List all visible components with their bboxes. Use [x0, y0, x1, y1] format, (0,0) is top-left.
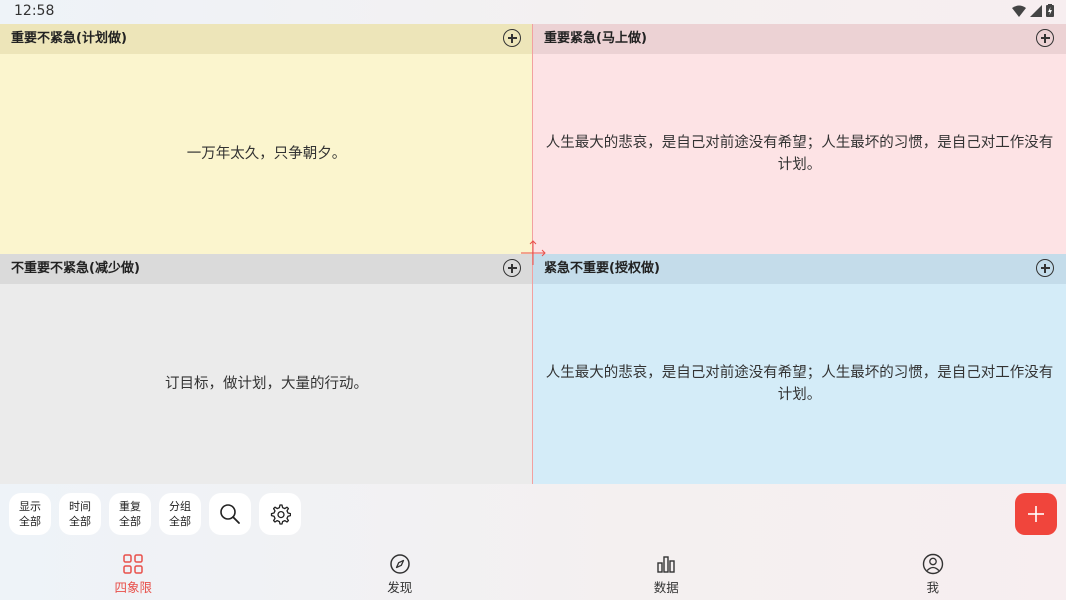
add-task-button[interactable] [1015, 493, 1057, 535]
signal-icon [1030, 4, 1042, 17]
quadrant-title: 重要不紧急(计划做) [11, 31, 127, 46]
quadrant-title: 重要紧急(马上做) [544, 31, 647, 46]
tab-me[interactable]: 我 [800, 548, 1066, 600]
quadrant-title: 不重要不紧急(减少做) [11, 261, 140, 276]
gear-icon [270, 504, 291, 525]
status-bar: 12:58 [0, 0, 1066, 24]
quadrant-header: 紧急不重要(授权做) [533, 254, 1066, 284]
quadrant-header: 重要紧急(马上做) [533, 24, 1066, 54]
filter-bar: 显示 全部 时间 全部 重复 全部 分组 全部 [9, 493, 301, 535]
wifi-icon [1012, 5, 1026, 17]
search-icon [220, 504, 240, 524]
filter-time-button[interactable]: 时间 全部 [59, 493, 101, 535]
status-time: 12:58 [14, 3, 55, 19]
quadrant-content[interactable]: 人生最大的悲哀，是自己对前途没有希望；人生最坏的习惯，是自己对工作没有计划。 [533, 284, 1066, 484]
quadrant-content[interactable]: 人生最大的悲哀，是自己对前途没有希望；人生最坏的习惯，是自己对工作没有计划。 [533, 54, 1066, 254]
grid-icon [123, 554, 143, 574]
chip-label: 显示 [19, 500, 41, 513]
quadrant-title: 紧急不重要(授权做) [544, 261, 660, 276]
add-circle-icon[interactable] [503, 259, 521, 277]
tab-label: 四象限 [114, 580, 152, 595]
quadrant-important-not-urgent[interactable]: 重要不紧急(计划做) 一万年太久，只争朝夕。 [0, 24, 533, 254]
crosshair-handle-icon[interactable] [520, 240, 546, 266]
filter-display-button[interactable]: 显示 全部 [9, 493, 51, 535]
plus-icon [1028, 506, 1044, 522]
quadrant-content[interactable]: 订目标，做计划，大量的行动。 [0, 284, 533, 484]
bottom-tab-bar: 四象限 发现 数据 我 [0, 548, 1066, 600]
add-circle-icon[interactable] [1036, 259, 1054, 277]
settings-button[interactable] [259, 493, 301, 535]
chip-value: 全部 [69, 515, 91, 528]
tab-quadrant[interactable]: 四象限 [0, 548, 267, 600]
chip-value: 全部 [119, 515, 141, 528]
filter-repeat-button[interactable]: 重复 全部 [109, 493, 151, 535]
quadrant-important-urgent[interactable]: 重要紧急(马上做) 人生最大的悲哀，是自己对前途没有希望；人生最坏的习惯，是自己… [533, 24, 1066, 254]
chip-value: 全部 [169, 515, 191, 528]
quadrant-urgent-not-important[interactable]: 紧急不重要(授权做) 人生最大的悲哀，是自己对前途没有希望；人生最坏的习惯，是自… [533, 254, 1066, 484]
tab-label: 发现 [387, 580, 413, 595]
filter-group-button[interactable]: 分组 全部 [159, 493, 201, 535]
tab-data[interactable]: 数据 [533, 548, 800, 600]
quadrant-header: 不重要不紧急(减少做) [0, 254, 533, 284]
tab-label: 我 [926, 580, 939, 595]
chip-label: 时间 [69, 500, 91, 513]
search-button[interactable] [209, 493, 251, 535]
quadrant-not-important-not-urgent[interactable]: 不重要不紧急(减少做) 订目标，做计划，大量的行动。 [0, 254, 533, 484]
battery-icon [1046, 4, 1054, 17]
chip-value: 全部 [19, 515, 41, 528]
add-circle-icon[interactable] [503, 29, 521, 47]
quadrant-content[interactable]: 一万年太久，只争朝夕。 [0, 54, 533, 254]
tab-label: 数据 [653, 580, 679, 595]
user-icon [922, 553, 943, 575]
quadrant-header: 重要不紧急(计划做) [0, 24, 533, 54]
add-circle-icon[interactable] [1036, 29, 1054, 47]
compass-icon [390, 554, 410, 574]
chip-label: 分组 [169, 500, 191, 513]
tab-discover[interactable]: 发现 [267, 548, 534, 600]
bar-chart-icon [657, 556, 675, 573]
chip-label: 重复 [119, 500, 141, 513]
